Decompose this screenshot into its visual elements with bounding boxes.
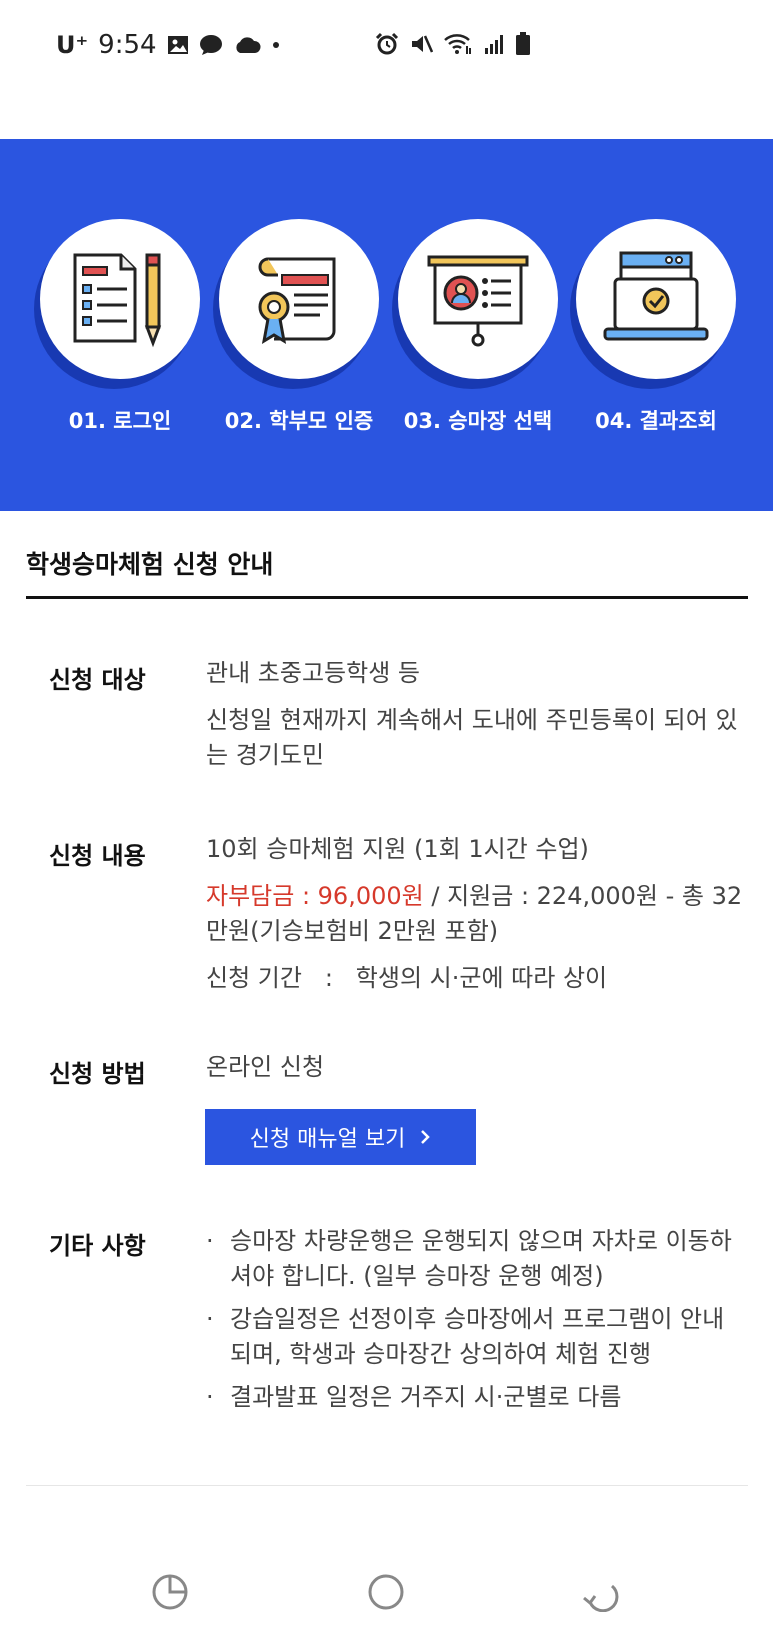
- bottom-divider: [26, 1485, 748, 1486]
- method-label: 신청 방법: [49, 1060, 146, 1088]
- list-item: · 강습일정은 선정이후 승마장에서 프로그램이 안내되며, 학생과 승마장간 상…: [206, 1302, 746, 1372]
- section-title: 학생승마체험 신청 안내: [26, 550, 274, 579]
- content-label: 신청 내용: [49, 842, 146, 870]
- step-select-riding-center-label: 03. 승마장 선택: [403, 409, 553, 433]
- method-body: 온라인 신청: [206, 1050, 746, 1097]
- etc-item-2: 강습일정은 선정이후 승마장에서 프로그램이 안내되며, 학생과 승마장간 상의…: [230, 1305, 725, 1368]
- dot-icon: [272, 42, 279, 48]
- list-item: · 결과발표 일정은 거주지 시·군별로 다름: [206, 1380, 746, 1415]
- cloud-icon: [235, 37, 261, 53]
- document-checklist-icon: [73, 253, 162, 348]
- content-period: 신청 기간 : 학생의 시·군에 따라 상이: [206, 964, 608, 992]
- back-icon: [583, 1584, 619, 1612]
- step-login-circle: [40, 219, 200, 379]
- step-parent-auth[interactable]: 02. 학부모 인증: [209, 219, 389, 435]
- target-line-2: 신청일 현재까지 계속해서 도내에 주민등록이 되어 있는 경기도민: [206, 706, 738, 769]
- certificate-icon: [258, 257, 336, 344]
- step-login[interactable]: 01. 로그인: [30, 219, 210, 435]
- step-check-result-circle: [576, 219, 736, 379]
- etc-item-3: 결과발표 일정은 거주지 시·군별로 다름: [230, 1383, 622, 1411]
- content-line-1: 10회 승마체험 지원 (1회 1시간 수업): [206, 835, 589, 863]
- step-check-result[interactable]: 04. 결과조회: [566, 219, 746, 435]
- home-button[interactable]: [364, 1570, 408, 1614]
- step-check-result-label: 04. 결과조회: [595, 409, 717, 433]
- self-pay-amount: 자부담금 : 96,000원: [206, 882, 424, 910]
- recent-apps-button[interactable]: [148, 1570, 192, 1614]
- content-body: 10회 승마체험 지원 (1회 1시간 수업) 자부담금 : 96,000원 /…: [206, 832, 746, 1008]
- step-login-label: 01. 로그인: [68, 409, 172, 433]
- gallery-icon: [167, 36, 188, 54]
- view-manual-button[interactable]: 신청 매뉴얼 보기: [205, 1109, 476, 1165]
- step-parent-auth-circle: [219, 219, 379, 379]
- target-label: 신청 대상: [49, 666, 146, 694]
- view-manual-button-label: 신청 매뉴얼 보기: [249, 1127, 406, 1152]
- target-body: 관내 초중고등학생 등 신청일 현재까지 계속해서 도내에 주민등록이 되어 있…: [206, 656, 746, 785]
- title-divider: [26, 596, 748, 599]
- etc-list: · 승마장 차량운행은 운행되지 않으며 자차로 이동하셔야 합니다. (일부 승…: [206, 1224, 746, 1423]
- mute-icon: [412, 35, 433, 53]
- step-select-riding-center-circle: [398, 219, 558, 379]
- clock: 9:54: [98, 30, 157, 60]
- method-value: 온라인 신청: [206, 1053, 325, 1081]
- home-icon: [368, 1574, 404, 1610]
- signal-icon: [485, 35, 503, 54]
- step-parent-auth-label: 02. 학부모 인증: [224, 409, 374, 433]
- laptop-check-icon: [603, 251, 709, 341]
- carrier-label: U⁺: [56, 31, 89, 59]
- chat-bubble-icon: [199, 35, 222, 55]
- status-bar: U⁺ 9:54: [0, 0, 773, 92]
- list-item: · 승마장 차량운행은 운행되지 않으며 자차로 이동하셔야 합니다. (일부 승…: [206, 1224, 746, 1294]
- chevron-right-icon: [421, 1130, 431, 1144]
- step-select-riding-center[interactable]: 03. 승마장 선택: [388, 219, 568, 435]
- navigation-bar: [0, 1540, 773, 1632]
- steps-banner: 01. 로그인 02. 학부모 인증 03. 승마장 선택 04. 결과조회: [0, 139, 773, 511]
- content-cost: 자부담금 : 96,000원 / 지원금 : 224,000원 - 총 32만원…: [206, 879, 746, 949]
- battery-icon: [516, 32, 530, 55]
- wifi-icon: [444, 34, 471, 54]
- back-button[interactable]: [578, 1570, 622, 1614]
- alarm-icon: [375, 32, 399, 55]
- target-line-1: 관내 초중고등학생 등: [206, 659, 420, 687]
- presentation-board-icon: [427, 255, 529, 347]
- recent-apps-icon: [152, 1574, 188, 1610]
- etc-label: 기타 사항: [49, 1232, 146, 1260]
- etc-item-1: 승마장 차량운행은 운행되지 않으며 자차로 이동하셔야 합니다. (일부 승마…: [230, 1227, 732, 1290]
